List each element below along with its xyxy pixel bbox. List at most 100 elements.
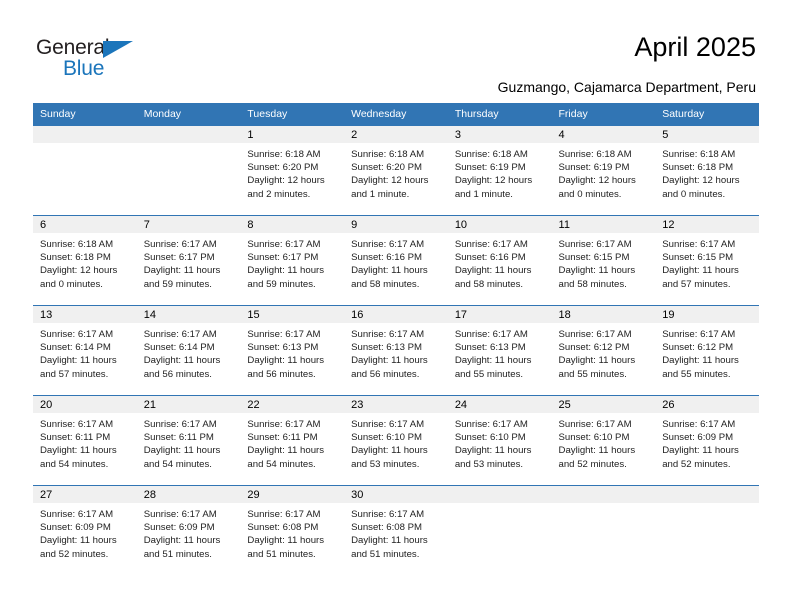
daylight-text: Daylight: 11 hours and 57 minutes. (40, 355, 117, 380)
calendar-day-cell[interactable]: 25 Sunrise: 6:17 AM Sunset: 6:10 PM Dayligh… (551, 395, 656, 486)
weekday-header-monday: Monday (136, 103, 241, 126)
daylight-text: Daylight: 11 hours and 56 minutes. (143, 355, 221, 380)
day-details: Sunrise: 6:17 AM Sunset: 6:11 PM Daylight:… (137, 413, 241, 471)
triangle-icon (103, 41, 133, 58)
day-number: 7 (136, 216, 241, 233)
calendar-header-row: Sunday Monday Tuesday Wednesday Thursday Frid… (33, 103, 759, 126)
calendar-grid: Sunday Monday Tuesday Wednesday Thursday Frid… (33, 103, 759, 576)
weekday-header-thursday: Thursday (447, 103, 552, 126)
daylight-text: Daylight: 11 hours and 53 minutes. (351, 445, 428, 470)
calendar-day-cell[interactable]: 24 Sunrise: 6:17 AM Sunset: 6:10 PM Dayligh… (447, 395, 552, 486)
sunset-text: Sunset: 6:18 PM (40, 252, 111, 264)
daylight-text: Daylight: 11 hours and 58 minutes. (351, 265, 428, 290)
day-number: 23 (344, 396, 448, 413)
sunset-text: Sunset: 6:14 PM (40, 342, 111, 354)
calendar-day-cell[interactable]: 5 Sunrise: 6:18 AM Sunset: 6:18 PM Daylight… (655, 125, 759, 216)
calendar-day-cell[interactable]: 3 Sunrise: 6:18 AM Sunset: 6:19 PM Daylight… (447, 125, 552, 216)
calendar-day-cell[interactable]: 27 Sunrise: 6:17 AM Sunset: 6:09 PM Dayligh… (33, 485, 137, 576)
calendar-day-cell[interactable]: 15 Sunrise: 6:17 AM Sunset: 6:13 PM Dayligh… (240, 305, 345, 396)
day-number: 10 (447, 216, 552, 233)
day-number: 22 (240, 396, 345, 413)
sunrise-text: Sunrise: 6:17 AM (247, 329, 321, 340)
sunset-text: Sunset: 6:09 PM (40, 522, 111, 534)
daylight-text: Daylight: 11 hours and 52 minutes. (40, 535, 117, 560)
calendar-day-cell[interactable]: 9 Sunrise: 6:17 AM Sunset: 6:16 PM Daylight… (344, 215, 448, 306)
calendar-day-cell[interactable]: 20 Sunrise: 6:17 AM Sunset: 6:11 PM Dayligh… (33, 395, 137, 486)
sunrise-text: Sunrise: 6:17 AM (40, 509, 114, 520)
sunset-text: Sunset: 6:12 PM (558, 342, 630, 354)
day-number (447, 486, 552, 503)
day-number: 17 (447, 306, 552, 323)
sunrise-text: Sunrise: 6:17 AM (454, 419, 528, 430)
sunset-text: Sunset: 6:19 PM (558, 162, 630, 174)
day-details: Sunrise: 6:17 AM Sunset: 6:13 PM Daylight:… (448, 323, 552, 381)
day-number: 4 (551, 126, 656, 143)
day-number: 16 (344, 306, 448, 323)
calendar-day-cell[interactable]: 12 Sunrise: 6:17 AM Sunset: 6:15 PM Dayligh… (655, 215, 759, 306)
daylight-text: Daylight: 11 hours and 51 minutes. (143, 535, 221, 560)
day-details: Sunrise: 6:17 AM Sunset: 6:14 PM Daylight:… (33, 323, 137, 381)
calendar-day-cell[interactable]: 7 Sunrise: 6:17 AM Sunset: 6:17 PM Daylight… (136, 215, 241, 306)
sunrise-text: Sunrise: 6:18 AM (351, 149, 425, 160)
page-subtitle: Guzmango, Cajamarca Department, Peru (497, 79, 756, 95)
calendar-table: Sunday Monday Tuesday Wednesday Thursday Frid… (33, 103, 759, 576)
sunrise-text: Sunrise: 6:17 AM (351, 239, 425, 250)
daylight-text: Daylight: 11 hours and 59 minutes. (143, 265, 221, 290)
sunset-text: Sunset: 6:15 PM (662, 252, 734, 264)
daylight-text: Daylight: 11 hours and 53 minutes. (454, 445, 532, 470)
calendar-day-cell[interactable]: 4 Sunrise: 6:18 AM Sunset: 6:19 PM Daylight… (551, 125, 656, 216)
day-number: 11 (551, 216, 656, 233)
daylight-text: Daylight: 11 hours and 52 minutes. (662, 445, 739, 470)
daylight-text: Daylight: 12 hours and 1 minute. (454, 175, 533, 200)
sunrise-text: Sunrise: 6:17 AM (558, 329, 632, 340)
calendar-day-cell[interactable]: 16 Sunrise: 6:17 AM Sunset: 6:13 PM Dayligh… (344, 305, 448, 396)
page-header: General Blue April 2025 Guzmango, Cajama… (0, 0, 792, 103)
sunset-text: Sunset: 6:17 PM (143, 252, 215, 264)
day-number: 18 (551, 306, 656, 323)
day-number (136, 126, 241, 143)
calendar-day-cell[interactable]: 1 Sunrise: 6:18 AM Sunset: 6:20 PM Daylight… (240, 125, 345, 216)
sunrise-text: Sunrise: 6:18 AM (40, 239, 114, 250)
calendar-day-cell[interactable]: 21 Sunrise: 6:17 AM Sunset: 6:11 PM Dayligh… (136, 395, 241, 486)
day-details: Sunrise: 6:17 AM Sunset: 6:09 PM Daylight:… (655, 413, 759, 471)
day-details: Sunrise: 6:17 AM Sunset: 6:16 PM Daylight:… (448, 233, 552, 291)
calendar-day-cell[interactable]: 14 Sunrise: 6:17 AM Sunset: 6:14 PM Dayligh… (136, 305, 241, 396)
sunset-text: Sunset: 6:20 PM (351, 162, 423, 174)
day-details: Sunrise: 6:18 AM Sunset: 6:18 PM Daylight:… (655, 143, 759, 201)
daylight-text: Daylight: 12 hours and 1 minute. (351, 175, 429, 200)
calendar-day-cell-empty (551, 485, 656, 576)
page-title: April 2025 (634, 32, 756, 62)
sunrise-text: Sunrise: 6:18 AM (454, 149, 528, 160)
sunrise-text: Sunrise: 6:17 AM (143, 239, 217, 250)
day-number: 9 (344, 216, 448, 233)
calendar-day-cell[interactable]: 17 Sunrise: 6:17 AM Sunset: 6:13 PM Dayligh… (447, 305, 552, 396)
calendar-day-cell[interactable]: 26 Sunrise: 6:17 AM Sunset: 6:09 PM Dayligh… (655, 395, 759, 486)
day-number: 6 (33, 216, 137, 233)
calendar-day-cell[interactable]: 13 Sunrise: 6:17 AM Sunset: 6:14 PM Dayligh… (33, 305, 137, 396)
calendar-day-cell[interactable]: 10 Sunrise: 6:17 AM Sunset: 6:16 PM Dayligh… (447, 215, 552, 306)
calendar-day-cell[interactable]: 29 Sunrise: 6:17 AM Sunset: 6:08 PM Dayligh… (240, 485, 345, 576)
calendar-day-cell[interactable]: 11 Sunrise: 6:17 AM Sunset: 6:15 PM Dayligh… (551, 215, 656, 306)
day-details: Sunrise: 6:17 AM Sunset: 6:08 PM Daylight:… (344, 503, 448, 561)
day-details: Sunrise: 6:17 AM Sunset: 6:17 PM Daylight:… (137, 233, 241, 291)
calendar-day-cell[interactable]: 23 Sunrise: 6:17 AM Sunset: 6:10 PM Dayligh… (344, 395, 448, 486)
calendar-day-cell[interactable]: 22 Sunrise: 6:17 AM Sunset: 6:11 PM Dayligh… (240, 395, 345, 486)
day-number (33, 126, 137, 143)
day-number: 27 (33, 486, 137, 503)
day-number: 13 (33, 306, 137, 323)
calendar-day-cell[interactable]: 8 Sunrise: 6:17 AM Sunset: 6:17 PM Daylight… (240, 215, 345, 306)
calendar-day-cell[interactable]: 28 Sunrise: 6:17 AM Sunset: 6:09 PM Dayligh… (136, 485, 241, 576)
day-details: Sunrise: 6:17 AM Sunset: 6:11 PM Daylight:… (240, 413, 344, 471)
calendar-day-cell[interactable]: 6 Sunrise: 6:18 AM Sunset: 6:18 PM Daylight… (33, 215, 137, 306)
calendar-body: 1 Sunrise: 6:18 AM Sunset: 6:20 PM Daylight… (33, 125, 759, 576)
sunrise-text: Sunrise: 6:18 AM (558, 149, 632, 160)
sunset-text: Sunset: 6:09 PM (143, 522, 215, 534)
calendar-day-cell[interactable]: 19 Sunrise: 6:17 AM Sunset: 6:12 PM Dayligh… (655, 305, 759, 396)
day-details: Sunrise: 6:17 AM Sunset: 6:14 PM Daylight:… (137, 323, 241, 381)
general-blue-logo[interactable]: General Blue (36, 36, 156, 82)
calendar-day-cell[interactable]: 18 Sunrise: 6:17 AM Sunset: 6:12 PM Dayligh… (551, 305, 656, 396)
calendar-day-cell[interactable]: 2 Sunrise: 6:18 AM Sunset: 6:20 PM Daylight… (344, 125, 448, 216)
sunset-text: Sunset: 6:08 PM (247, 522, 319, 534)
daylight-text: Daylight: 11 hours and 58 minutes. (558, 265, 636, 290)
calendar-day-cell[interactable]: 30 Sunrise: 6:17 AM Sunset: 6:08 PM Dayligh… (344, 485, 448, 576)
